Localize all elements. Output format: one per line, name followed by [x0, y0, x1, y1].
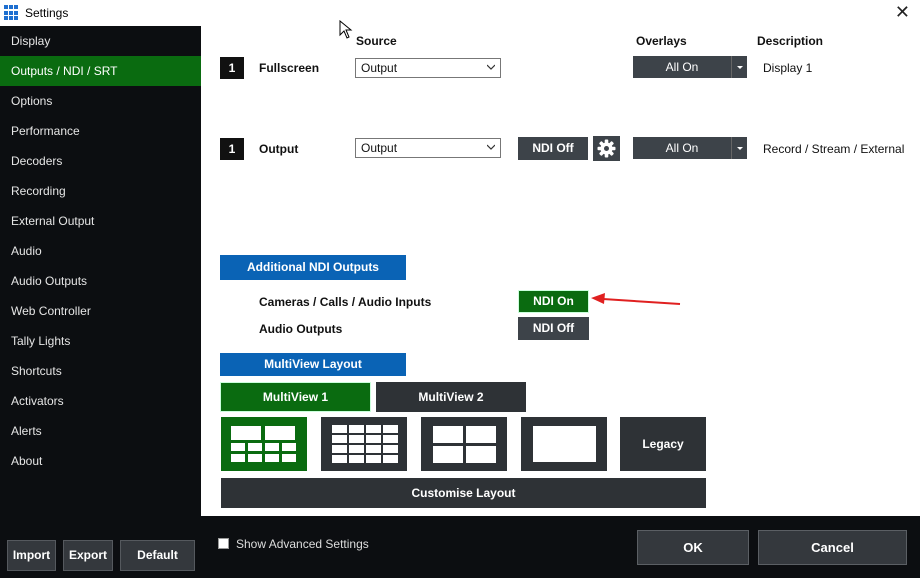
sidebar-item-alerts[interactable]: Alerts [0, 416, 201, 446]
chevron-down-icon [487, 144, 495, 150]
layout-option-1[interactable] [221, 417, 307, 471]
customise-layout-button[interactable]: Customise Layout [221, 478, 706, 508]
dropdown-arrow-icon[interactable] [731, 137, 747, 159]
chevron-down-icon [487, 64, 495, 70]
sidebar-item-display[interactable]: Display [0, 26, 201, 56]
layout-quad-icon [433, 426, 496, 463]
output-description: Record / Stream / External [763, 142, 905, 156]
tab-multiview-2[interactable]: MultiView 2 [376, 382, 526, 412]
sidebar-item-performance[interactable]: Performance [0, 116, 201, 146]
sidebar-item-shortcuts[interactable]: Shortcuts [0, 356, 201, 386]
output-number-badge: 1 [220, 138, 244, 160]
show-advanced-label: Show Advanced Settings [236, 537, 369, 551]
export-button[interactable]: Export [63, 540, 113, 571]
footer-bar: Show Advanced Settings OK Cancel [201, 516, 920, 578]
fullscreen-source-select[interactable]: Output [355, 58, 501, 78]
close-icon[interactable]: ✕ [895, 2, 910, 23]
description-header: Description [757, 34, 824, 48]
overlays-header: Overlays [636, 34, 687, 48]
fullscreen-description: Display 1 [763, 61, 813, 75]
fullscreen-overlays-dropdown[interactable]: All On [633, 56, 747, 78]
output-overlays-dropdown[interactable]: All On [633, 137, 747, 159]
sidebar-item-audio[interactable]: Audio [0, 236, 201, 266]
layout-grid-icon [332, 425, 398, 463]
source-header: Source [356, 34, 397, 48]
output-ndi-toggle[interactable]: NDI Off [518, 137, 588, 160]
tab-multiview-1[interactable]: MultiView 1 [220, 382, 371, 412]
title-bar: Settings ✕ [0, 0, 920, 26]
layout-option-2[interactable] [321, 417, 407, 471]
ok-button[interactable]: OK [637, 530, 749, 565]
sidebar-item-about[interactable]: About [0, 446, 201, 476]
mouse-cursor-icon [339, 20, 353, 39]
sidebar-item-web-controller[interactable]: Web Controller [0, 296, 201, 326]
layout-option-4[interactable] [521, 417, 607, 471]
fullscreen-label: Fullscreen [259, 61, 320, 75]
sidebar-item-decoders[interactable]: Decoders [0, 146, 201, 176]
fullscreen-overlays-value: All On [665, 60, 699, 74]
gear-icon [597, 139, 616, 158]
sidebar-item-external-output[interactable]: External Output [0, 206, 201, 236]
output-label: Output [259, 142, 299, 156]
ndi-audio-outputs-label: Audio Outputs [259, 322, 343, 336]
output-source-select[interactable]: Output [355, 138, 501, 158]
layout-single-icon [533, 426, 596, 462]
output-overlays-value: All On [665, 141, 699, 155]
fullscreen-number-badge: 1 [220, 57, 244, 79]
sidebar-item-audio-outputs[interactable]: Audio Outputs [0, 266, 201, 296]
app-grid-icon [4, 5, 20, 21]
sidebar-item-options[interactable]: Options [0, 86, 201, 116]
sidebar-item-outputs-ndi-srt[interactable]: Outputs / NDI / SRT [0, 56, 201, 86]
layout-legacy-button[interactable]: Legacy [620, 417, 706, 471]
sidebar-item-recording[interactable]: Recording [0, 176, 201, 206]
window-title: Settings [25, 6, 69, 20]
dropdown-arrow-icon[interactable] [731, 56, 747, 78]
additional-ndi-header: Additional NDI Outputs [220, 255, 406, 280]
output-settings-button[interactable] [593, 136, 620, 161]
import-button[interactable]: Import [7, 540, 56, 571]
sidebar: Display Outputs / NDI / SRT Options Perform… [0, 26, 201, 578]
show-advanced-checkbox[interactable] [218, 538, 229, 549]
layout-option-3[interactable] [421, 417, 507, 471]
cancel-button[interactable]: Cancel [758, 530, 907, 565]
fullscreen-source-value: Output [361, 61, 398, 75]
multiview-layout-header: MultiView Layout [220, 353, 406, 376]
main-panel: Source Overlays Description 1 Fullscreen… [201, 26, 920, 516]
layout-grid-icon [231, 426, 296, 462]
sidebar-list: Display Outputs / NDI / SRT Options Perform… [0, 26, 201, 476]
default-button[interactable]: Default [120, 540, 195, 571]
ndi-audio-outputs-toggle[interactable]: NDI Off [518, 317, 589, 340]
ndi-cameras-label: Cameras / Calls / Audio Inputs [259, 295, 432, 309]
annotation-arrow-icon [591, 293, 681, 305]
sidebar-item-activators[interactable]: Activators [0, 386, 201, 416]
sidebar-item-tally-lights[interactable]: Tally Lights [0, 326, 201, 356]
ndi-cameras-toggle[interactable]: NDI On [518, 290, 589, 313]
output-source-value: Output [361, 141, 398, 155]
